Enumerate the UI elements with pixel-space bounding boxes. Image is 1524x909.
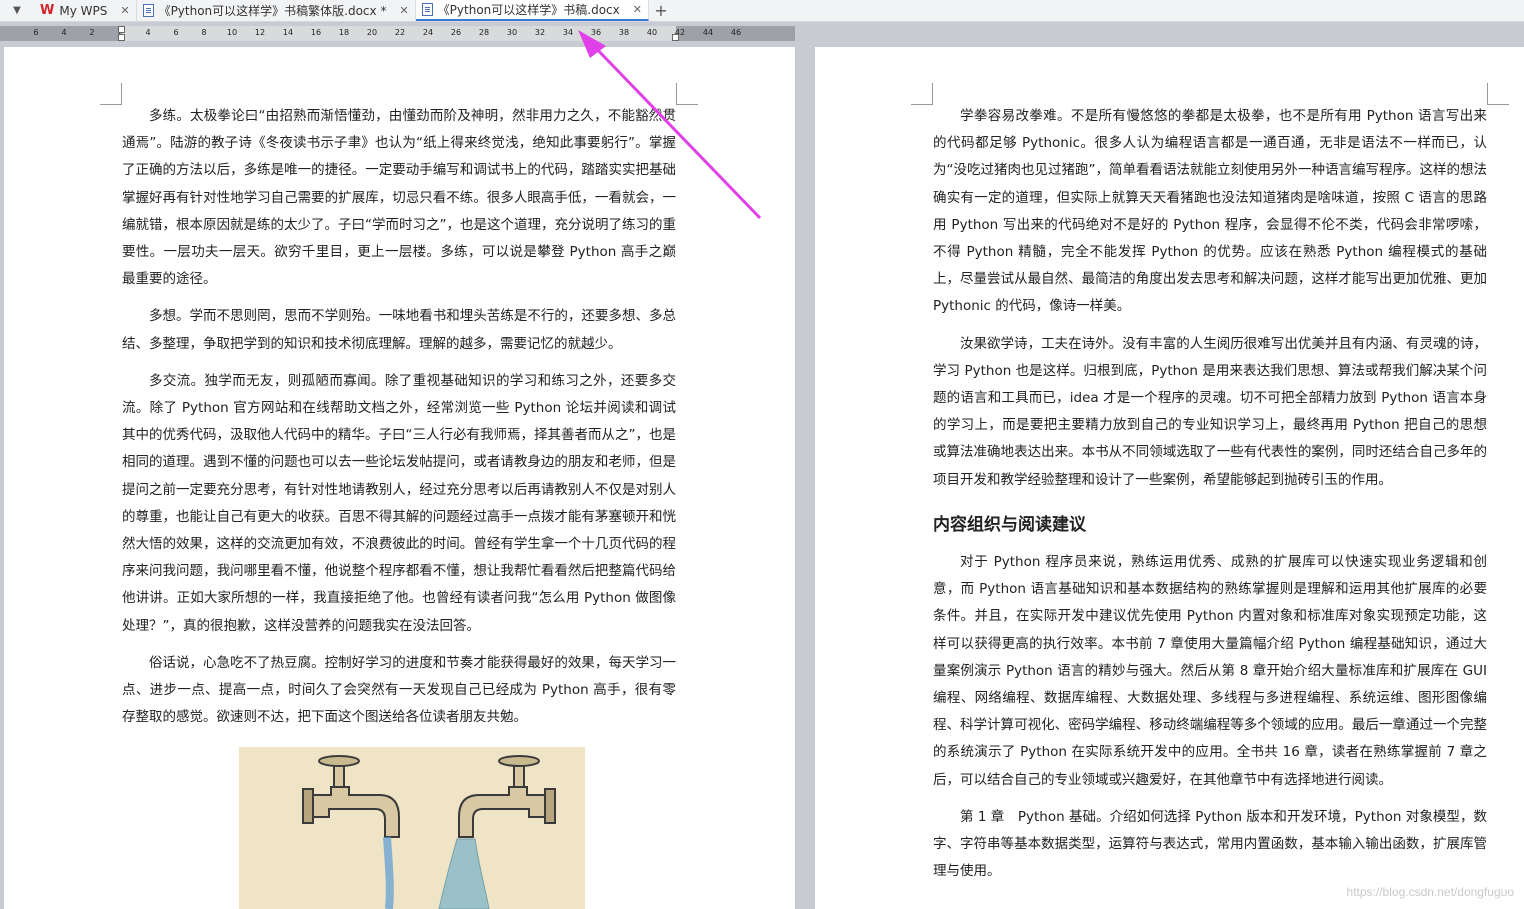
horizontal-ruler[interactable]: 6422468101214161820222426283032343638404… [0,26,795,41]
ruler-tick-label: 20 [366,28,378,37]
ruler-tick-label: 18 [338,28,350,37]
paragraph: 多练。太极拳论曰“由招熟而渐悟懂劲，由懂劲而阶及神明，然非用力之久，不能豁然贯通… [122,108,676,288]
ruler-tick-label: 16 [310,28,322,37]
ruler-tick-label: 24 [422,28,434,37]
ruler-tick-label: 14 [282,28,294,37]
page-body: 多练。太极拳论曰“由招熟而渐悟懂劲，由懂劲而阶及神明，然非用力之久，不能豁然贯通… [122,103,676,741]
paragraph: 学拳容易改拳难。不是所有慢悠悠的拳都是太极拳，也不是所有用 Python 语言写… [933,108,1487,315]
ruler-gap [795,26,1524,41]
ruler-tick-label: 22 [394,28,406,37]
tab-my-wps[interactable]: W My WPS ✕ [34,0,137,21]
document-page-right[interactable]: 学拳容易改拳难。不是所有慢悠悠的拳都是太极拳，也不是所有用 Python 语言写… [815,47,1524,909]
margin-corner-mark [1487,83,1509,105]
tab-label: My WPS [59,3,108,18]
left-indent-marker[interactable] [118,26,125,33]
close-icon[interactable]: ✕ [399,4,408,17]
ruler-tick-label: 44 [702,28,714,37]
ruler-tick-label: 4 [145,28,151,37]
ruler-tick-label: 10 [226,28,238,37]
paragraph: 汝果欲学诗，工夫在诗外。没有丰富的人生阅历很难写出优美并且有内涵、有灵魂的诗，学… [933,335,1487,488]
tab-bar: ▼ W My WPS ✕ 《Python可以这样学》书稿繁体版.docx * ✕… [0,0,1524,22]
wps-logo-icon: W [40,3,55,18]
paragraph: 对于 Python 程序员来说，熟练运用优秀、成熟的扩展库可以快速实现业务逻辑和… [933,554,1487,788]
ruler-tick-label: 6 [173,28,179,37]
paragraph: 多交流。独学而无友，则孤陋而寡闻。除了重视基础知识的学习和练习之外，还要多交流。… [122,372,676,634]
ruler-tick-label: 40 [646,28,658,37]
ruler-tick-label: 28 [478,28,490,37]
faucet-drawing [302,755,556,909]
ruler-tick-label: 30 [506,28,518,37]
tab-doc-traditional[interactable]: 《Python可以这样学》书稿繁体版.docx * ✕ [137,0,416,21]
ruler-tick-label: 4 [61,28,67,37]
tab-label: 《Python可以这样学》书稿.docx [437,3,620,17]
ruler-tick-label: 6 [33,28,39,37]
ruler-tick-label: 26 [450,28,462,37]
tab-menu-dropdown[interactable]: ▼ [0,0,34,21]
ruler-tick-label: 34 [562,28,574,37]
close-icon[interactable]: ✕ [633,3,642,16]
ruler-tick-label: 8 [201,28,207,37]
close-icon[interactable]: ✕ [120,4,129,17]
ruler-tick-label: 2 [89,28,95,37]
ruler-tick-label: 32 [534,28,546,37]
hanging-indent-marker[interactable] [118,34,125,41]
faucet-sketch-image [239,747,585,909]
ruler-tick-label: 46 [730,28,742,37]
tab-label: 《Python可以这样学》书稿繁体版.docx * [158,4,387,18]
watermark-text: https://blog.csdn.net/dongfuguo [1346,885,1514,899]
document-icon [421,3,433,16]
margin-corner-mark [676,83,698,105]
document-page-left[interactable]: 多练。太极拳论曰“由招熟而渐悟懂劲，由懂劲而阶及神明，然非用力之久，不能豁然贯通… [4,47,795,909]
margin-corner-mark [911,83,933,105]
paragraph: 俗话说，心急吃不了热豆腐。控制好学习的进度和节奏才能获得最好的效果，每天学习一点… [122,654,676,726]
paragraph: 多想。学而不思则罔，思而不学则殆。一味地看书和埋头苦练是不行的，还要多想、多总结… [122,308,676,352]
new-tab-button[interactable]: + [649,0,673,21]
ruler-tick-label: 12 [254,28,266,37]
section-heading: 内容组织与阅读建议 [933,514,1086,535]
ruler-tick-label: 36 [590,28,602,37]
tab-doc-active[interactable]: 《Python可以这样学》书稿.docx ✕ [415,0,649,21]
document-icon [142,4,154,17]
ruler-tick-label: 38 [618,28,630,37]
margin-corner-mark [100,83,122,105]
paragraph: 第 1 章 Python 基础。介绍如何选择 Python 版本和开发环境，Py… [933,808,1487,880]
right-indent-marker[interactable] [672,34,679,41]
page-body: 学拳容易改拳难。不是所有慢悠悠的拳都是太极拳，也不是所有用 Python 语言写… [933,103,1487,895]
